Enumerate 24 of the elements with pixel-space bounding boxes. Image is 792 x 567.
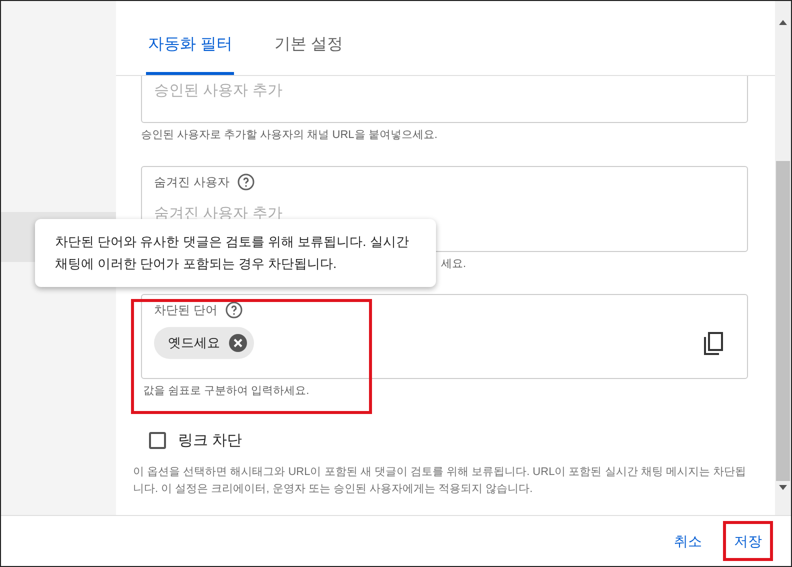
footer-button[interactable]: 저장 [723,521,773,561]
scroll-up-icon[interactable] [779,19,787,25]
tooltip: 차단된 단어와 유사한 댓글은 검토를 위해 보류됩니다. 실시간 채팅에 이러한 단어가 포함되는 경우 차단됩니다. [35,219,436,287]
scrollbar-thumb[interactable] [776,161,790,481]
helper-text: 승인된 사용자로 추가할 사용자의 채널 URL을 붙여넣으세요. [141,128,438,143]
text-input[interactable]: 승인된 사용자 추가 [154,80,735,102]
tab[interactable]: 기본 설정 [272,25,345,75]
input-field[interactable]: 승인된 사용자 추가 [141,76,748,123]
helper-text: 세요. [441,256,468,272]
field-label: 차단된 단어 [154,302,218,319]
footer-button[interactable]: 취소 [663,521,713,561]
tab[interactable]: 자동화 필터 [146,25,234,75]
copy-icon[interactable] [703,332,725,356]
word-chip[interactable]: 옛드세요 [154,327,254,359]
description-text: 이 옵션을 선택하면 해시태그와 URL이 포함된 새 댓글이 검토를 위해 보류됩니다. URL이 포함된 실시간 채팅 메시지는 차단됩니다. 이 설정은 크리에이터, 운영자 또는 승인된 사용자에게는 적용되지 않습니다. [133,465,747,497]
field-label: 숨겨진 사용자 [154,174,230,190]
scroll-down-icon[interactable] [779,485,787,491]
helper-text: 값을 쉼표로 구분하여 입력하세요. [142,384,310,399]
help-icon[interactable] [225,301,244,319]
help-icon[interactable] [237,172,256,190]
remove-icon[interactable] [228,333,248,353]
checkbox[interactable] [149,432,166,450]
scrollbar[interactable] [775,1,791,515]
checkbox-label: 링크 차단 [178,430,242,450]
